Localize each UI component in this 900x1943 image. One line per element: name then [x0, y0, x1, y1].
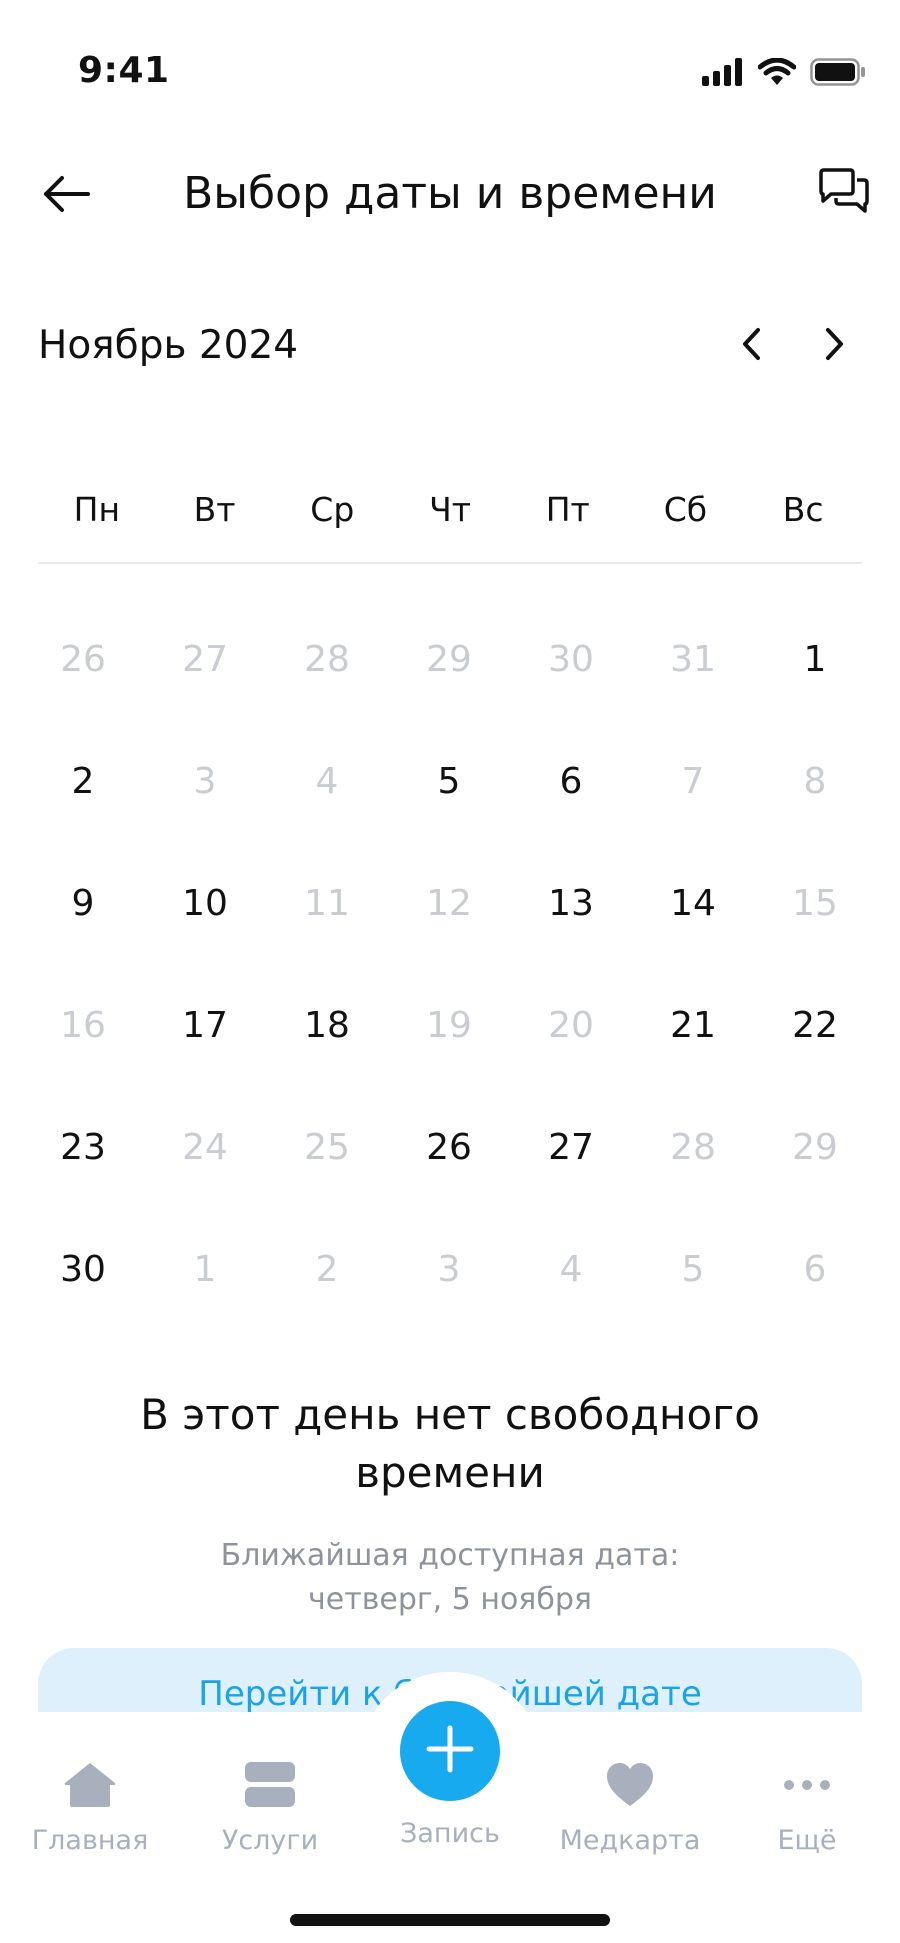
calendar-day-available[interactable]: 18 — [266, 964, 388, 1086]
no-time-message-title: В этот день нет свободного времени — [140, 1390, 760, 1497]
calendar-day-available[interactable]: 14 — [632, 842, 754, 964]
calendar-day-unavailable: 15 — [792, 882, 838, 924]
tab-home[interactable]: Главная — [10, 1752, 170, 1862]
tab-label: Главная — [31, 1825, 149, 1856]
chat-button[interactable] — [812, 164, 876, 224]
more-icon — [782, 1752, 832, 1818]
calendar-day-available[interactable]: 26 — [388, 1086, 510, 1208]
tab-label: Услуги — [221, 1825, 319, 1856]
weekday-label: Ср — [310, 490, 355, 529]
calendar-day-unavailable: 26 — [60, 638, 106, 680]
calendar-day-unavailable: 8 — [803, 760, 827, 802]
weekday-label: Сб — [663, 490, 708, 529]
status-time: 9:41 — [78, 50, 170, 91]
calendar-day-unavailable: 12 — [426, 882, 472, 924]
calendar-day-available[interactable]: 17 — [144, 964, 266, 1086]
status-icons — [702, 56, 866, 92]
calendar-day-available[interactable]: 10 — [144, 842, 266, 964]
calendar-day-unavailable: 28 — [304, 638, 350, 680]
calendar-day-unavailable: 28 — [670, 1126, 716, 1168]
calendar-day-unavailable: 30 — [548, 638, 594, 680]
tab-medcard[interactable]: Медкарта — [550, 1752, 710, 1862]
calendar-day-unavailable: 1 — [193, 1248, 217, 1290]
add-appointment-button[interactable] — [400, 1701, 500, 1801]
tab-label: Ещё — [777, 1825, 837, 1856]
back-button[interactable] — [36, 168, 96, 224]
weekday-label: Пн — [73, 490, 121, 529]
tab-services[interactable]: Услуги — [190, 1752, 350, 1862]
status-bar: 9:41 — [0, 0, 900, 140]
calendar-day-available[interactable]: 5 — [388, 720, 510, 842]
calendar-day-unavailable: 3 — [437, 1248, 461, 1290]
calendar-day-unavailable: 4 — [315, 760, 339, 802]
calendar-day-available[interactable]: 13 — [510, 842, 632, 964]
home-icon — [63, 1752, 117, 1818]
calendar-day-available[interactable]: 21 — [632, 964, 754, 1086]
chevron-right-icon — [822, 326, 846, 366]
calendar-day-unavailable: 25 — [304, 1126, 350, 1168]
calendar-days-grid: 26 27 28 29 30 31 1 2 3 4 5 6 7 8 9 10 11 12 13 14 15 16 17 18 1… — [22, 598, 878, 1330]
calendar-day-unavailable: 4 — [559, 1248, 583, 1290]
calendar-day-available[interactable]: 27 — [510, 1086, 632, 1208]
calendar-day-unavailable: 3 — [193, 760, 217, 802]
services-icon — [244, 1752, 296, 1818]
chevron-left-icon — [740, 326, 764, 366]
calendar-day-available[interactable]: 9 — [22, 842, 144, 964]
calendar-day-unavailable: 29 — [792, 1126, 838, 1168]
weekday-label: Вс — [782, 490, 824, 529]
page-title: Выбор даты и времени — [183, 168, 717, 219]
calendar-day-unavailable: 2 — [315, 1248, 339, 1290]
nearest-date-caption: Ближайшая доступная дата: — [220, 1538, 680, 1573]
battery-icon — [810, 58, 866, 90]
home-indicator — [290, 1914, 610, 1926]
calendar-day-unavailable: 5 — [681, 1248, 705, 1290]
wifi-icon — [757, 57, 797, 90]
calendar-day-unavailable: 19 — [426, 1004, 472, 1046]
calendar-day-unavailable: 6 — [803, 1248, 827, 1290]
next-month-button[interactable] — [806, 318, 862, 374]
weekday-label: Чт — [429, 490, 471, 529]
screen: 9:41 Выбор даты и времени Ноябрь 2024 Пн… — [0, 0, 900, 1943]
divider — [38, 562, 862, 564]
arrow-left-icon — [42, 174, 90, 218]
cellular-signal-icon — [702, 58, 744, 90]
calendar-day-available[interactable]: 6 — [510, 720, 632, 842]
calendar-day-available[interactable]: 1 — [754, 598, 876, 720]
tab-label: Медкарта — [559, 1825, 701, 1856]
heart-icon — [605, 1752, 655, 1818]
calendar-day-unavailable: 11 — [304, 882, 350, 924]
month-navigation: Ноябрь 2024 — [0, 310, 900, 382]
weekday-label: Вт — [193, 490, 236, 529]
calendar-day-unavailable: 20 — [548, 1004, 594, 1046]
previous-month-button[interactable] — [724, 318, 780, 374]
chat-icon — [817, 167, 871, 221]
calendar-day-available[interactable]: 30 — [22, 1208, 144, 1330]
tab-more[interactable]: Ещё — [727, 1752, 887, 1862]
calendar-day-unavailable: 16 — [60, 1004, 106, 1046]
month-label: Ноябрь 2024 — [38, 323, 299, 368]
weekday-header: Пн Вт Ср Чт Пт Сб Вс — [38, 482, 862, 538]
nearest-date-value: четверг, 5 ноября — [308, 1582, 592, 1617]
weekday-label: Пт — [545, 490, 590, 529]
calendar-day-unavailable: 29 — [426, 638, 472, 680]
calendar-day-unavailable: 7 — [681, 760, 705, 802]
plus-icon — [425, 1724, 475, 1778]
calendar-day-available[interactable]: 2 — [22, 720, 144, 842]
calendar-day-available[interactable]: 23 — [22, 1086, 144, 1208]
calendar-day-unavailable: 27 — [182, 638, 228, 680]
calendar-day-unavailable: 24 — [182, 1126, 228, 1168]
header: Выбор даты и времени — [0, 150, 900, 240]
nearest-date-info: Ближайшая доступная дата: четверг, 5 ноя… — [60, 1534, 840, 1622]
calendar-day-unavailable: 31 — [670, 638, 716, 680]
calendar-day-available[interactable]: 22 — [754, 964, 876, 1086]
tab-label[interactable]: Запись — [370, 1817, 530, 1851]
